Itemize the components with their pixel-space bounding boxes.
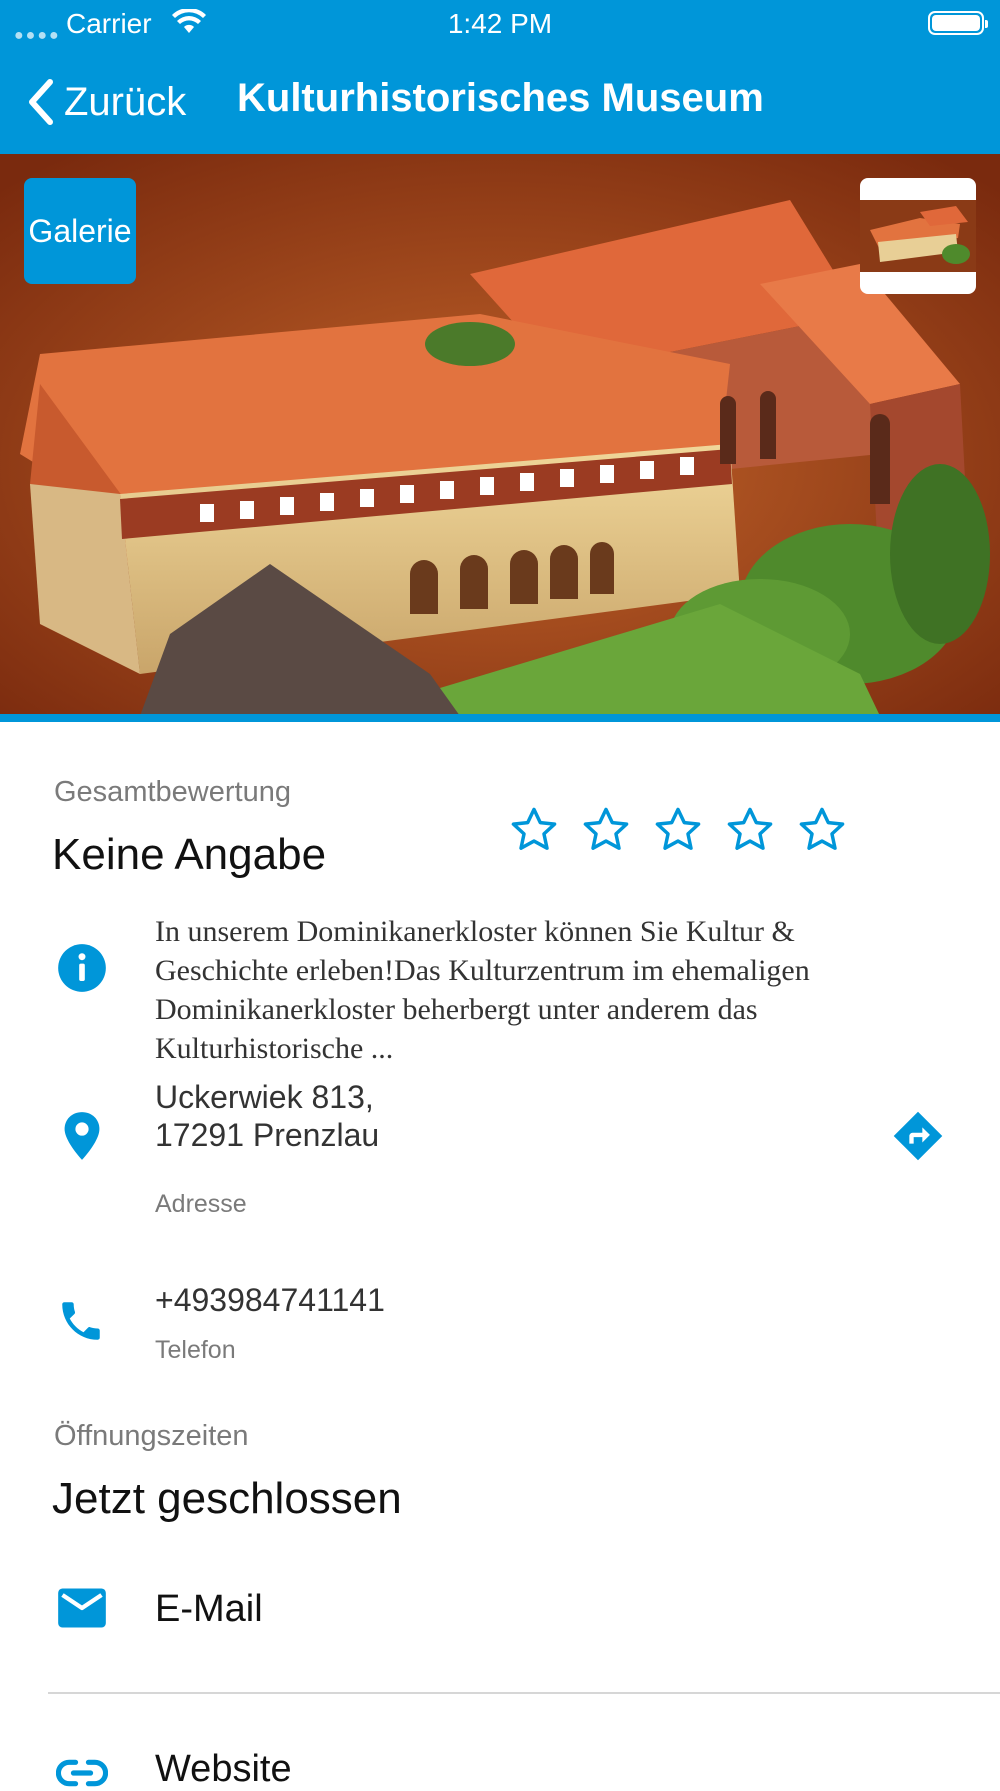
opening-hours-label: Öffnungszeiten (54, 1420, 249, 1452)
back-button[interactable]: Zurück (28, 74, 186, 130)
address-line1: Uckerwiek 813, (155, 1079, 374, 1115)
address-label: Adresse (155, 1190, 247, 1218)
chevron-left-icon (29, 79, 53, 125)
star-icon[interactable] (580, 804, 632, 856)
page-title: Kulturhistorisches Museum (237, 76, 764, 120)
description-text: In unserem Dominikanerkloster können Sie… (155, 915, 810, 1065)
star-icon[interactable] (508, 804, 560, 856)
directions-icon[interactable] (892, 1110, 944, 1162)
battery-icon (928, 11, 988, 35)
phone-icon[interactable] (56, 1296, 106, 1346)
phone-label: Telefon (155, 1336, 236, 1364)
address-text[interactable]: Uckerwiek 813, 17291 Prenzlau (155, 1078, 379, 1154)
hero-image (0, 154, 1000, 716)
location-pin-icon (64, 1112, 100, 1160)
mail-icon[interactable] (56, 1586, 108, 1630)
opening-hours-status: Jetzt geschlossen (52, 1474, 402, 1523)
link-icon[interactable] (56, 1758, 108, 1788)
phone-number[interactable]: +493984741141 (155, 1282, 385, 1319)
status-bar: ●●●● Carrier 1:42 PM (0, 0, 1000, 48)
status-time: 1:42 PM (447, 8, 553, 39)
star-icon[interactable] (796, 804, 848, 856)
app-header: ●●●● Carrier 1:42 PM Zurück Kulturhistor… (0, 0, 1000, 154)
info-icon (58, 944, 106, 992)
rating-stars[interactable] (508, 804, 848, 856)
gallery-thumbnail[interactable] (860, 178, 976, 294)
rating-label: Gesamtbewertung (54, 776, 291, 808)
gallery-button[interactable]: Galerie (24, 178, 136, 284)
navigation-bar: Zurück Kulturhistorisches Museum (0, 60, 1000, 144)
star-icon[interactable] (652, 804, 704, 856)
address-line2: 17291 Prenzlau (155, 1117, 380, 1153)
list-divider (48, 1692, 1000, 1694)
rating-value: Keine Angabe (52, 830, 327, 879)
star-icon[interactable] (724, 804, 776, 856)
email-link[interactable]: E-Mail (155, 1588, 263, 1631)
website-link[interactable]: Website (155, 1748, 292, 1791)
hero-divider (0, 714, 1000, 722)
back-label: Zurück (64, 79, 187, 124)
